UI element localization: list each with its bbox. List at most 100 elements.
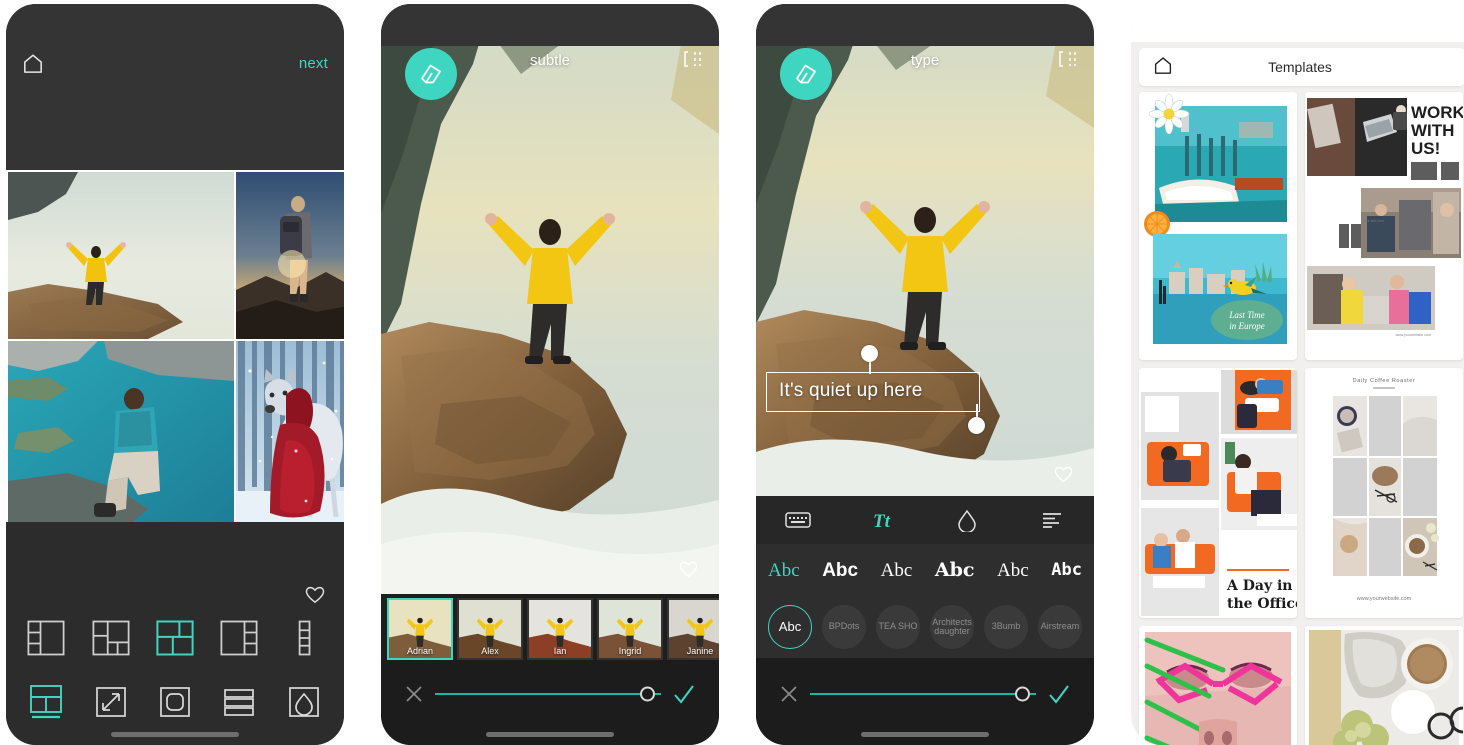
status-bar (756, 4, 1094, 46)
filter-label: Ingrid (618, 646, 642, 656)
slider-knob[interactable] (640, 686, 655, 701)
template-heading: Daily Coffee Roaster (1353, 378, 1416, 384)
text-rotate-handle[interactable] (861, 345, 878, 362)
home-icon[interactable] (1153, 56, 1173, 79)
filter-label: Alex (481, 646, 499, 656)
droplet-icon[interactable] (939, 500, 995, 540)
align-left-icon[interactable] (1024, 500, 1080, 540)
phone1-bottom-panel (6, 522, 344, 745)
template-card-pink-glasses[interactable] (1139, 626, 1297, 745)
close-icon[interactable] (403, 683, 425, 705)
font-sample[interactable]: Abc (997, 561, 1029, 580)
template-card-coffee-flatlay[interactable] (1305, 626, 1463, 745)
svg-text:Tt: Tt (873, 511, 891, 532)
background-tool-button[interactable] (282, 682, 326, 722)
layout-option-2[interactable] (89, 618, 133, 658)
template-caption-line2: the Office (1227, 596, 1297, 612)
font-sample[interactable]: Abc (881, 561, 913, 580)
resize-tool-button[interactable] (89, 682, 133, 722)
crop-frame-icon[interactable] (683, 50, 703, 73)
eraser-icon[interactable] (405, 48, 457, 100)
phone1-topbar-area: next (6, 4, 344, 170)
collage-cell-3[interactable] (8, 341, 234, 526)
phone-collage-editor: next (0, 0, 350, 745)
status-bar (1131, 4, 1464, 42)
layout-option-3[interactable] (153, 618, 197, 658)
template-caption-line1: A Day in (1226, 578, 1292, 594)
status-bar (381, 4, 719, 46)
template-card-daily-coffee[interactable]: Daily Coffee Roaster www.yourwebsite.com (1305, 368, 1463, 618)
layout-option-1[interactable] (24, 618, 68, 658)
templates-grid[interactable]: Last Time in Europe WORK WITH US! your-t… (1139, 92, 1464, 745)
template-caption-line2: in Europe (1229, 321, 1264, 331)
crop-frame-icon[interactable] (1058, 50, 1078, 73)
font-pill[interactable]: BPDots (822, 605, 866, 649)
filter-label: Adrian (406, 646, 433, 656)
font-pill[interactable]: 3Bumb (984, 605, 1028, 649)
template-card-day-in-office[interactable]: A Day in the Office (1139, 368, 1297, 618)
text-tool-tabs[interactable]: Tt (756, 496, 1094, 544)
template-card-work-with-us[interactable]: WORK WITH US! your-text-here www.yourweb… (1305, 92, 1463, 360)
close-icon[interactable] (778, 683, 800, 705)
text-overlay-box[interactable]: It's quiet up here (766, 372, 980, 412)
text-size-slider[interactable] (810, 683, 1036, 705)
filter-thumb[interactable]: Janine (667, 598, 719, 660)
heart-icon[interactable] (1053, 464, 1074, 488)
font-family-row[interactable]: Abc BPDots TEA SHO Architects daughter 3… (756, 596, 1094, 658)
home-indicator (111, 732, 239, 737)
collage-cell-2[interactable] (236, 172, 344, 339)
font-sample[interactable]: Abc (1051, 561, 1082, 579)
page-title: Templates (1268, 59, 1332, 75)
check-icon[interactable] (671, 681, 697, 707)
filter-thumb[interactable]: Ingrid (597, 598, 663, 660)
filter-filmstrip[interactable]: Adrian Alex Ian Ingrid Janine (381, 594, 719, 664)
keyboard-icon[interactable] (770, 500, 826, 540)
text-resize-handle[interactable] (968, 417, 985, 434)
next-button[interactable]: next (299, 55, 328, 72)
template-caption-line1: Last Time (1228, 310, 1264, 320)
intensity-slider[interactable] (435, 683, 661, 705)
phone-templates-screen: Templates Last Time in Europe WORK WITH … (1125, 0, 1464, 745)
eraser-icon[interactable] (780, 48, 832, 100)
layout-options-row[interactable] (6, 618, 344, 658)
template-heading-line1: WORK (1411, 103, 1463, 122)
templates-header: Templates (1139, 48, 1464, 86)
font-pill[interactable]: TEA SHO (876, 605, 920, 649)
text-overlay-content: It's quiet up here (779, 380, 923, 401)
filter-thumb[interactable]: Ian (527, 598, 593, 660)
spacing-tool-button[interactable] (217, 682, 261, 722)
heart-icon[interactable] (304, 584, 326, 609)
template-footer-url: www.yourwebsite.com (1356, 596, 1412, 602)
font-style-row[interactable]: Abc Abc Abc Abc Abc Abc (756, 544, 1094, 596)
font-pill[interactable]: Architects daughter (930, 605, 974, 649)
collage-cell-4[interactable] (236, 341, 344, 526)
font-tt-icon[interactable]: Tt (855, 500, 911, 540)
collage-cell-1[interactable] (8, 172, 234, 339)
font-sample[interactable]: Abc (935, 560, 975, 580)
font-sample[interactable]: Abc (822, 561, 858, 580)
check-icon[interactable] (1046, 681, 1072, 707)
template-heading-line3: US! (1411, 139, 1440, 158)
rounded-corners-tool-button[interactable] (153, 682, 197, 722)
phone-type-screen: type It's quiet up here Tt Abc Abc Abc A… (750, 0, 1100, 745)
font-sample[interactable]: Abc (768, 561, 800, 580)
home-icon[interactable] (22, 53, 44, 73)
font-pill[interactable]: Abc (768, 605, 812, 649)
home-indicator (861, 732, 989, 737)
app-screenshot: next subtle Adrian Alex Ian Ingrid Janin… (0, 0, 1464, 745)
collage-canvas[interactable] (6, 170, 344, 526)
filter-thumb[interactable]: Adrian (387, 598, 453, 660)
filter-thumb[interactable]: Alex (457, 598, 523, 660)
filter-label: Ian (553, 646, 567, 656)
tools-row[interactable] (6, 682, 344, 722)
layout-option-5[interactable] (282, 618, 326, 658)
phone-filter-screen: subtle Adrian Alex Ian Ingrid Janine (375, 0, 725, 745)
font-pill[interactable]: Airstream (1038, 605, 1082, 649)
slider-knob[interactable] (1015, 686, 1030, 701)
template-card-europe[interactable]: Last Time in Europe (1139, 92, 1297, 360)
layout-option-4[interactable] (217, 618, 261, 658)
template-heading-line2: WITH (1411, 121, 1454, 140)
heart-icon[interactable] (678, 559, 699, 583)
template-subtext: your-text-here (1363, 219, 1384, 223)
grid-tool-button[interactable] (24, 682, 68, 722)
